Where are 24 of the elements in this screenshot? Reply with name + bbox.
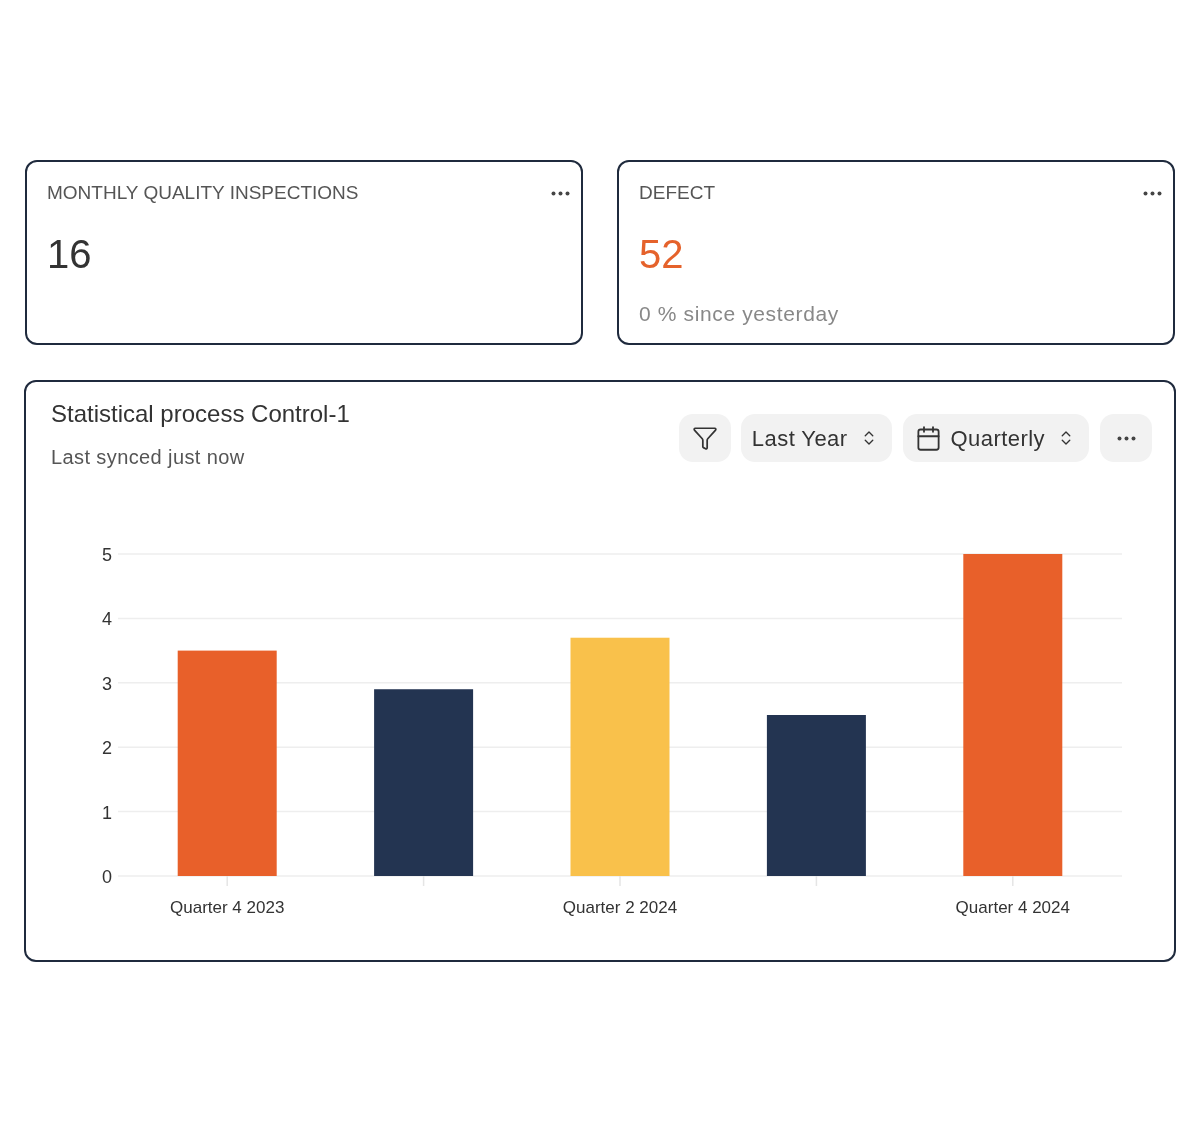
- chart-title: Statistical process Control-1: [51, 399, 350, 429]
- change-caption: 0 % since yesterday: [639, 302, 839, 325]
- kpi-value: 16: [47, 232, 92, 276]
- y-axis-label: 2: [102, 738, 112, 759]
- card-title: DEFECT: [639, 181, 715, 205]
- more-icon[interactable]: [1143, 190, 1162, 196]
- filter-button[interactable]: [678, 414, 731, 462]
- filter-icon: [691, 425, 718, 451]
- x-axis-label: Quarter 4 2024: [955, 898, 1070, 917]
- y-axis-label: 4: [102, 609, 112, 630]
- kpi-value: 52: [639, 232, 684, 276]
- period-select[interactable]: Last Year: [740, 414, 892, 462]
- y-axis-label: 3: [102, 673, 112, 694]
- x-axis-label: Quarter 2 2024: [562, 898, 678, 917]
- y-axis-label: 0: [102, 867, 112, 887]
- interval-select[interactable]: Quarterly: [902, 414, 1089, 462]
- more-icon: [1116, 435, 1136, 441]
- x-axis-label: Quarter 4 2023: [170, 898, 285, 917]
- calendar-icon: [914, 424, 942, 452]
- y-axis-label: 1: [102, 802, 112, 823]
- y-axis-label: 5: [102, 545, 112, 565]
- card-title: MONTHLY QUALITY INSPECTIONS: [47, 181, 359, 205]
- more-icon[interactable]: [551, 190, 570, 196]
- sync-status: Last synced just now: [51, 445, 246, 470]
